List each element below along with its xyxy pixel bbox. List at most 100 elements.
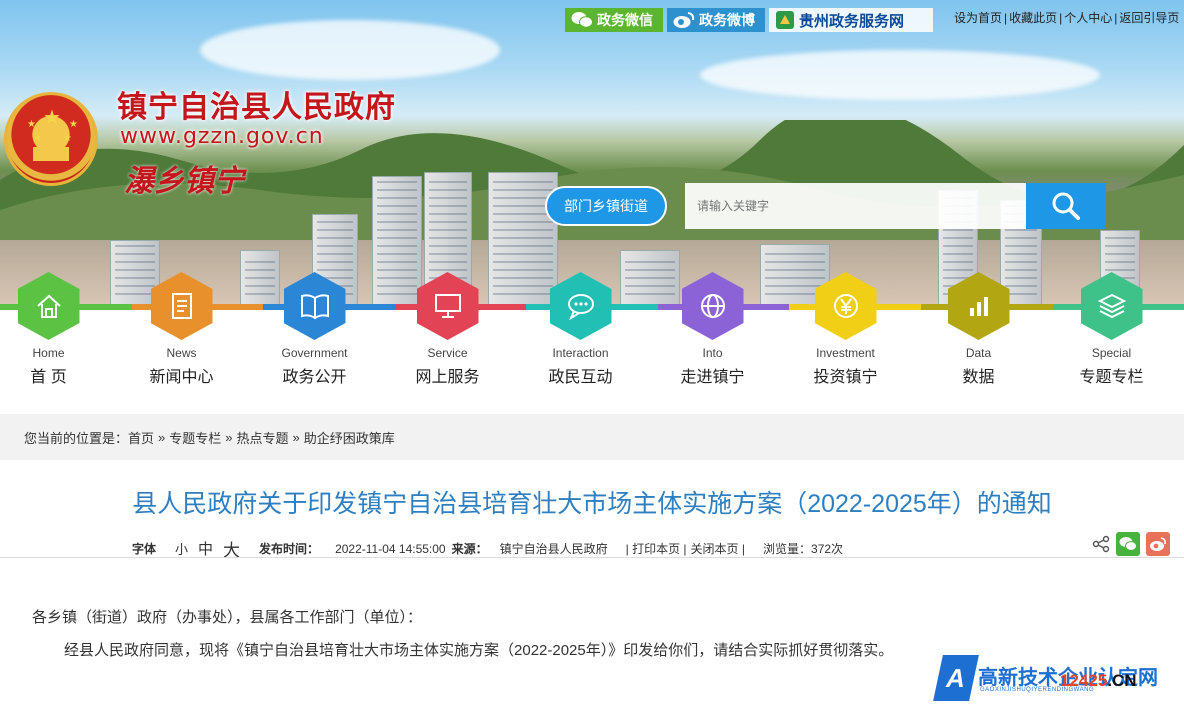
nav-item-en-label: Home: [32, 346, 65, 360]
bookmark-link[interactable]: 收藏此页: [1007, 11, 1059, 25]
nav-item-cn-label: 专题专栏: [1079, 369, 1144, 386]
nav-item-cn-label: 数据: [962, 369, 995, 386]
breadcrumb-separator: »: [158, 429, 166, 445]
nav-item-cn-label: 政民互动: [548, 369, 613, 386]
tiananmen-shape: [33, 147, 69, 161]
nav-item-investment[interactable]: Investment 投资镇宁: [779, 272, 912, 387]
nav-item-news[interactable]: News 新闻中心: [115, 272, 248, 387]
set-homepage-link[interactable]: 设为首页: [952, 11, 1004, 25]
header-banner: 政务微信 政务微博 贵州政务服务网 设为首页 | 收藏此页 | 个人中心 | 返回引导页 ★…: [0, 0, 1184, 305]
nav-item-cn-label: 政务公开: [282, 369, 347, 386]
breadcrumb-link-special[interactable]: 专题专栏: [169, 428, 221, 447]
globe-icon: [681, 272, 744, 340]
meta-divider: [0, 557, 1184, 558]
weibo-icon: [1150, 537, 1166, 551]
nav-item-en-label: Service: [427, 346, 468, 360]
share-icon[interactable]: [1092, 535, 1110, 553]
breadcrumb-link-hot-topics[interactable]: 热点专题: [237, 428, 289, 447]
close-page-link[interactable]: 关闭本页 |: [691, 540, 745, 557]
gov-wechat-link[interactable]: 政务微信: [565, 8, 663, 32]
nav-item-service[interactable]: Service 网上服务: [381, 272, 514, 387]
share-weibo-button[interactable]: [1146, 532, 1170, 556]
font-medium-button[interactable]: 中: [198, 538, 213, 559]
watermark-domain-suffix: .CN: [1107, 671, 1137, 690]
nav-item-cn-label: 走进镇宁: [680, 369, 745, 386]
nav-item-cn-label: 首 页: [30, 369, 67, 386]
breadcrumb-link-home[interactable]: 首页: [128, 428, 154, 447]
national-emblem-logo: ★ ★ ★ ★ ★: [4, 92, 98, 186]
gov-weibo-link[interactable]: 政务微博: [667, 8, 765, 32]
home-icon: [17, 272, 80, 340]
watermark-logo-icon: A: [933, 655, 979, 701]
site-url: www.gzzn.gov.cn: [120, 124, 324, 149]
layers-icon: [1080, 272, 1143, 340]
article-salutation: 各乡镇（街道）政府（办事处），县属各工作部门（单位）：: [32, 609, 423, 626]
nav-item-into[interactable]: Into 走进镇宁: [646, 272, 779, 387]
guizhou-label: 贵州政务服务网: [799, 12, 905, 30]
yen-icon: [814, 272, 877, 340]
breadcrumb-separator: »: [225, 429, 233, 445]
breadcrumb-link-policy-library[interactable]: 助企纾困政策库: [304, 428, 395, 447]
main-nav: Home 首 页 News 新闻中心 Government 政务公开 Servi…: [0, 272, 1184, 412]
nav-item-en-label: Special: [1091, 346, 1132, 360]
search-input[interactable]: [685, 183, 1026, 229]
source-label: 来源：: [451, 542, 488, 556]
nav-item-en-label: Government: [281, 346, 348, 360]
nav-item-en-label: Investment: [816, 346, 875, 360]
article-title: 县人民政府关于印发镇宁自治县培育壮大市场主体实施方案（2022-2025年）的通…: [132, 490, 1052, 518]
guizhou-service-link[interactable]: 贵州政务服务网: [769, 8, 933, 32]
site-slogan: 瀑乡镇宁: [124, 164, 244, 199]
breadcrumb-prefix: 您当前的位置是：: [24, 430, 129, 446]
cloud-decoration: [200, 20, 500, 80]
nav-item-en-label: News: [166, 346, 197, 360]
weibo-icon: [673, 12, 695, 28]
book-icon: [283, 272, 346, 340]
wechat-label: 政务微信: [597, 12, 653, 28]
guizhou-logo-icon: [776, 11, 794, 29]
top-bar: 政务微信 政务微博 贵州政务服务网: [565, 7, 933, 33]
source-value: 镇宁自治县人民政府: [499, 542, 608, 556]
nav-item-cn-label: 新闻中心: [149, 369, 214, 386]
share-bar: [1092, 532, 1170, 556]
breadcrumb: 您当前的位置是： 首页 » 专题专栏 » 热点专题 » 助企纾困政策库: [0, 414, 1184, 460]
font-small-button[interactable]: 小: [175, 539, 188, 558]
publish-time-label: 发布时间：: [259, 542, 320, 556]
nav-item-en-label: Into: [702, 346, 723, 360]
article-body-paragraph: 经县人民政府同意，现将《镇宁自治县培育壮大市场主体实施方案（2022-2025年…: [64, 642, 894, 659]
share-wechat-button[interactable]: [1116, 532, 1140, 556]
nav-item-data[interactable]: Data 数据: [912, 272, 1045, 387]
monitor-icon: [416, 272, 479, 340]
wechat-icon: [1119, 537, 1137, 551]
dept-town-street-button[interactable]: 部门乡镇街道: [545, 186, 667, 226]
back-to-guide-link[interactable]: 返回引导页: [1117, 11, 1181, 25]
print-page-link[interactable]: | 打印本页 |: [626, 540, 687, 557]
views-count: 372次: [811, 542, 844, 556]
bar-chart-icon: [947, 272, 1010, 340]
search-area: 部门乡镇街道: [545, 183, 1106, 229]
nav-item-government[interactable]: Government 政务公开: [248, 272, 381, 387]
cloud-decoration: [700, 50, 1100, 100]
nav-item-cn-label: 网上服务: [415, 369, 480, 386]
nav-item-en-label: Interaction: [552, 346, 609, 360]
nav-item-interaction[interactable]: Interaction 政民互动: [514, 272, 647, 387]
nav-item-home[interactable]: Home 首 页: [0, 272, 115, 387]
site-watermark: A 高新技术企业认定网 GAOXINJISHUQIYERENDINGWANG 1…: [933, 655, 1178, 703]
breadcrumb-separator: »: [292, 429, 300, 445]
nav-item-special[interactable]: Special 专题专栏: [1045, 272, 1178, 387]
publish-time: 2022-11-04 14:55:00: [335, 541, 446, 556]
personal-center-link[interactable]: 个人中心: [1062, 11, 1114, 25]
chat-icon: [549, 272, 612, 340]
weibo-label: 政务微博: [699, 12, 755, 28]
search-icon: [1052, 192, 1080, 220]
document-icon: [150, 272, 213, 340]
nav-item-en-label: Data: [965, 346, 992, 360]
views-label: 浏览量：: [763, 542, 812, 556]
watermark-domain-number: 12425: [1060, 671, 1108, 690]
top-links: 设为首页 | 收藏此页 | 个人中心 | 返回引导页: [952, 11, 1181, 25]
nav-item-cn-label: 投资镇宁: [813, 369, 878, 386]
site-title: 镇宁自治县人民政府: [117, 90, 396, 125]
search-button[interactable]: [1026, 183, 1106, 229]
font-size-label: 字体: [132, 542, 157, 556]
watermark-domain: 12425.CN: [1060, 671, 1137, 691]
wechat-icon: [571, 12, 593, 28]
